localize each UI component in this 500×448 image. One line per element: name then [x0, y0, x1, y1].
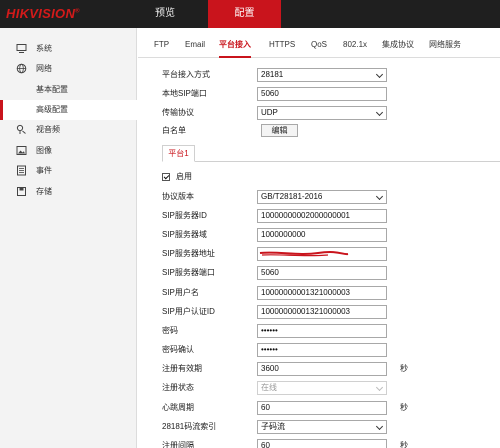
redaction-scribble — [259, 251, 349, 257]
tab-https[interactable]: HTTPS — [269, 28, 295, 58]
registration-interval-unit: 秒 — [400, 441, 408, 448]
storage-icon — [17, 187, 26, 196]
sip-username-label: SIP用户名 — [162, 288, 199, 297]
sidebar: 系统 网络 基本配置 高级配置 视音频 图像 事件 存储 — [0, 28, 137, 448]
sidebar-item-system[interactable]: 系统 — [0, 39, 137, 59]
registration-status-select: 在线 — [257, 381, 387, 395]
sidebar-item-label: 网络 — [36, 64, 52, 73]
top-bar: HIKVISION® 预览 配置 — [0, 0, 500, 28]
transport-select[interactable]: UDP — [257, 106, 387, 120]
sidebar-item-label: 视音频 — [36, 125, 60, 134]
sip-server-domain-input[interactable]: 1000000000 — [257, 228, 387, 242]
globe-icon — [16, 63, 27, 74]
enable-label: 启用 — [176, 172, 192, 181]
sip-username-input[interactable]: 10000000001321000003 — [257, 286, 387, 300]
password-label: 密码 — [162, 326, 178, 335]
nav-tab-config[interactable]: 配置 — [208, 0, 281, 28]
nav-tab-preview[interactable]: 预览 — [135, 0, 195, 28]
tab-platform-access[interactable]: 平台接入 — [219, 28, 251, 58]
tab-platform-1[interactable]: 平台1 — [162, 145, 195, 162]
tab-network-service[interactable]: 网络服务 — [429, 28, 461, 58]
tab-ftp[interactable]: FTP — [154, 28, 169, 58]
sidebar-item-image[interactable]: 图像 — [0, 141, 137, 161]
transport-label: 传输协议 — [162, 108, 194, 117]
image-icon — [16, 146, 27, 155]
stream-index-select[interactable]: 子码流 — [257, 420, 387, 434]
registration-interval-input[interactable]: 60 — [257, 439, 387, 448]
sidebar-item-label: 基本配置 — [36, 85, 68, 94]
sip-server-port-input[interactable]: 5060 — [257, 266, 387, 280]
whitelist-label: 白名单 — [162, 126, 186, 135]
event-icon — [17, 165, 26, 176]
protocol-version-label: 协议版本 — [162, 192, 194, 201]
sidebar-subitem-advanced-config[interactable]: 高级配置 — [0, 100, 137, 120]
tab-email[interactable]: Email — [185, 28, 205, 58]
sidebar-item-label: 系统 — [36, 44, 52, 53]
tab-qos[interactable]: QoS — [311, 28, 327, 58]
sidebar-item-label: 存储 — [36, 187, 52, 196]
sip-server-domain-label: SIP服务器域 — [162, 230, 207, 239]
stream-index-label: 28181码流索引 — [162, 422, 217, 431]
sidebar-item-audio-video[interactable]: 视音频 — [0, 120, 137, 140]
heartbeat-period-input[interactable]: 60 — [257, 401, 387, 415]
sidebar-subitem-basic-config[interactable]: 基本配置 — [0, 80, 137, 100]
password-input[interactable]: •••••• — [257, 324, 387, 338]
sip-auth-id-input[interactable]: 10000000001321000003 — [257, 305, 387, 319]
sip-server-port-label: SIP服务器端口 — [162, 268, 215, 277]
sub-tab-bar: FTP Email 平台接入 HTTPS QoS 802.1x 集成协议 网络服… — [138, 28, 500, 58]
sip-auth-id-label: SIP用户认证ID — [162, 307, 215, 316]
password-confirm-label: 密码确认 — [162, 345, 194, 354]
registration-validity-label: 注册有效期 — [162, 364, 202, 373]
sip-server-address-label: SIP服务器地址 — [162, 249, 215, 258]
registration-validity-unit: 秒 — [400, 364, 408, 373]
sip-server-id-input[interactable]: 10000000002000000001 — [257, 209, 387, 223]
access-mode-label: 平台接入方式 — [162, 70, 210, 79]
enable-checkbox[interactable] — [162, 173, 170, 181]
platform-tab-bar: 平台1 — [162, 145, 500, 162]
sidebar-item-event[interactable]: 事件 — [0, 161, 137, 181]
sip-server-id-label: SIP服务器ID — [162, 211, 207, 220]
tab-8021x[interactable]: 802.1x — [343, 28, 367, 58]
heartbeat-period-unit: 秒 — [400, 403, 408, 412]
sidebar-item-label: 高级配置 — [36, 105, 68, 114]
whitelist-edit-button[interactable]: 编辑 — [261, 124, 298, 137]
local-sip-port-label: 本地SIP端口 — [162, 89, 207, 98]
monitor-icon — [16, 44, 27, 53]
access-mode-select[interactable]: 28181 — [257, 68, 387, 82]
registration-validity-input[interactable]: 3600 — [257, 362, 387, 376]
protocol-version-select[interactable]: GB/T28181-2016 — [257, 190, 387, 204]
tab-integration-protocol[interactable]: 集成协议 — [382, 28, 414, 58]
sidebar-item-label: 图像 — [36, 146, 52, 155]
audio-video-icon — [16, 124, 26, 134]
local-sip-port-input[interactable]: 5060 — [257, 87, 387, 101]
sidebar-item-network[interactable]: 网络 — [0, 59, 137, 79]
sidebar-item-storage[interactable]: 存储 — [0, 182, 137, 202]
password-confirm-input[interactable]: •••••• — [257, 343, 387, 357]
registration-status-label: 注册状态 — [162, 383, 194, 392]
sidebar-item-label: 事件 — [36, 166, 52, 175]
hikvision-logo: HIKVISION® — [6, 6, 80, 21]
heartbeat-period-label: 心跳周期 — [162, 403, 194, 412]
registration-interval-label: 注册间隔 — [162, 441, 194, 448]
